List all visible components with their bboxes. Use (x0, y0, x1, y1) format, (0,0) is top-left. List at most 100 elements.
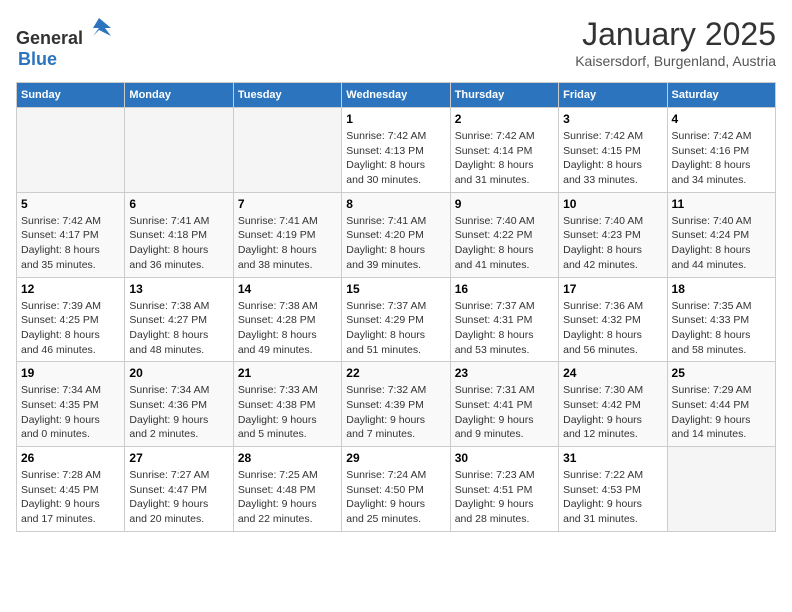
day-info: Sunrise: 7:31 AM Sunset: 4:41 PM Dayligh… (455, 383, 554, 442)
calendar-cell: 3 Sunrise: 7:42 AM Sunset: 4:15 PM Daylig… (559, 108, 667, 193)
calendar-cell: 23 Sunrise: 7:31 AM Sunset: 4:41 PM Dayli… (450, 362, 558, 447)
day-info: Sunrise: 7:42 AM Sunset: 4:14 PM Dayligh… (455, 129, 554, 188)
calendar-cell: 7Sunrise: 7:41 AM Sunset: 4:19 PM Daylig… (233, 192, 341, 277)
day-number: 24 (563, 366, 662, 380)
day-info: Sunrise: 7:25 AM Sunset: 4:48 PM Dayligh… (238, 468, 337, 527)
day-info: Sunrise: 7:38 AM Sunset: 4:27 PM Dayligh… (129, 299, 228, 358)
day-info: Sunrise: 7:24 AM Sunset: 4:50 PM Dayligh… (346, 468, 445, 527)
day-number: 3 (563, 112, 662, 126)
logo-general: General (16, 28, 83, 48)
day-number: 22 (346, 366, 445, 380)
day-info: Sunrise: 7:30 AM Sunset: 4:42 PM Dayligh… (563, 383, 662, 442)
day-info: Sunrise: 7:41 AM Sunset: 4:19 PM Dayligh… (238, 214, 337, 273)
calendar-cell: 26Sunrise: 7:28 AM Sunset: 4:45 PM Dayli… (17, 447, 125, 532)
calendar-cell: 10 Sunrise: 7:40 AM Sunset: 4:23 PM Dayli… (559, 192, 667, 277)
calendar-cell: 17 Sunrise: 7:36 AM Sunset: 4:32 PM Dayli… (559, 277, 667, 362)
calendar-cell: 31Sunrise: 7:22 AM Sunset: 4:53 PM Dayli… (559, 447, 667, 532)
day-number: 1 (346, 112, 445, 126)
day-number: 4 (672, 112, 771, 126)
calendar-cell: 4 Sunrise: 7:42 AM Sunset: 4:16 PM Daylig… (667, 108, 775, 193)
calendar-week-row: 1 Sunrise: 7:42 AM Sunset: 4:13 PM Daylig… (17, 108, 776, 193)
day-number: 25 (672, 366, 771, 380)
day-number: 23 (455, 366, 554, 380)
day-number: 31 (563, 451, 662, 465)
day-number: 13 (129, 282, 228, 296)
calendar-cell: 6 Sunrise: 7:41 AM Sunset: 4:18 PM Daylig… (125, 192, 233, 277)
logo-blue: Blue (18, 49, 57, 69)
logo: General Blue (16, 16, 113, 70)
logo-bird-icon (85, 16, 113, 44)
day-number: 6 (129, 197, 228, 211)
day-info: Sunrise: 7:40 AM Sunset: 4:23 PM Dayligh… (563, 214, 662, 273)
calendar-cell: 29 Sunrise: 7:24 AM Sunset: 4:50 PM Dayli… (342, 447, 450, 532)
calendar-cell: 8 Sunrise: 7:41 AM Sunset: 4:20 PM Daylig… (342, 192, 450, 277)
day-info: Sunrise: 7:40 AM Sunset: 4:24 PM Dayligh… (672, 214, 771, 273)
weekday-header-row: SundayMondayTuesdayWednesdayThursdayFrid… (17, 83, 776, 108)
day-info: Sunrise: 7:41 AM Sunset: 4:18 PM Dayligh… (129, 214, 228, 273)
day-number: 27 (129, 451, 228, 465)
day-info: Sunrise: 7:37 AM Sunset: 4:29 PM Dayligh… (346, 299, 445, 358)
day-number: 30 (455, 451, 554, 465)
day-info: Sunrise: 7:42 AM Sunset: 4:15 PM Dayligh… (563, 129, 662, 188)
day-number: 28 (238, 451, 337, 465)
calendar-cell: 5 Sunrise: 7:42 AM Sunset: 4:17 PM Daylig… (17, 192, 125, 277)
day-info: Sunrise: 7:42 AM Sunset: 4:17 PM Dayligh… (21, 214, 120, 273)
day-number: 2 (455, 112, 554, 126)
weekday-header-saturday: Saturday (667, 83, 775, 108)
day-number: 18 (672, 282, 771, 296)
day-info: Sunrise: 7:38 AM Sunset: 4:28 PM Dayligh… (238, 299, 337, 358)
calendar-cell: 27 Sunrise: 7:27 AM Sunset: 4:47 PM Dayli… (125, 447, 233, 532)
weekday-header-friday: Friday (559, 83, 667, 108)
day-number: 29 (346, 451, 445, 465)
day-info: Sunrise: 7:34 AM Sunset: 4:35 PM Dayligh… (21, 383, 120, 442)
day-number: 20 (129, 366, 228, 380)
weekday-header-thursday: Thursday (450, 83, 558, 108)
calendar-cell: 25 Sunrise: 7:29 AM Sunset: 4:44 PM Dayli… (667, 362, 775, 447)
calendar-cell: 18Sunrise: 7:35 AM Sunset: 4:33 PM Dayli… (667, 277, 775, 362)
calendar-cell: 9 Sunrise: 7:40 AM Sunset: 4:22 PM Daylig… (450, 192, 558, 277)
day-info: Sunrise: 7:37 AM Sunset: 4:31 PM Dayligh… (455, 299, 554, 358)
calendar-cell: 20Sunrise: 7:34 AM Sunset: 4:36 PM Dayli… (125, 362, 233, 447)
day-number: 10 (563, 197, 662, 211)
calendar-cell: 12 Sunrise: 7:39 AM Sunset: 4:25 PM Dayli… (17, 277, 125, 362)
page-header: General Blue January 2025 Kaisersdorf, B… (16, 16, 776, 70)
day-info: Sunrise: 7:27 AM Sunset: 4:47 PM Dayligh… (129, 468, 228, 527)
weekday-header-monday: Monday (125, 83, 233, 108)
day-info: Sunrise: 7:42 AM Sunset: 4:13 PM Dayligh… (346, 129, 445, 188)
day-info: Sunrise: 7:29 AM Sunset: 4:44 PM Dayligh… (672, 383, 771, 442)
day-number: 17 (563, 282, 662, 296)
calendar-cell: 15 Sunrise: 7:37 AM Sunset: 4:29 PM Dayli… (342, 277, 450, 362)
day-number: 19 (21, 366, 120, 380)
calendar-cell: 11Sunrise: 7:40 AM Sunset: 4:24 PM Dayli… (667, 192, 775, 277)
day-number: 8 (346, 197, 445, 211)
title-block: January 2025 Kaisersdorf, Burgenland, Au… (575, 16, 776, 69)
calendar-cell (667, 447, 775, 532)
day-info: Sunrise: 7:39 AM Sunset: 4:25 PM Dayligh… (21, 299, 120, 358)
weekday-header-tuesday: Tuesday (233, 83, 341, 108)
day-number: 12 (21, 282, 120, 296)
calendar-cell (17, 108, 125, 193)
day-info: Sunrise: 7:32 AM Sunset: 4:39 PM Dayligh… (346, 383, 445, 442)
day-number: 21 (238, 366, 337, 380)
location-subtitle: Kaisersdorf, Burgenland, Austria (575, 53, 776, 69)
day-info: Sunrise: 7:42 AM Sunset: 4:16 PM Dayligh… (672, 129, 771, 188)
calendar-cell: 16 Sunrise: 7:37 AM Sunset: 4:31 PM Dayli… (450, 277, 558, 362)
day-number: 14 (238, 282, 337, 296)
calendar-week-row: 5 Sunrise: 7:42 AM Sunset: 4:17 PM Daylig… (17, 192, 776, 277)
calendar-cell: 28 Sunrise: 7:25 AM Sunset: 4:48 PM Dayli… (233, 447, 341, 532)
weekday-header-sunday: Sunday (17, 83, 125, 108)
day-number: 9 (455, 197, 554, 211)
calendar-cell (125, 108, 233, 193)
calendar-week-row: 26Sunrise: 7:28 AM Sunset: 4:45 PM Dayli… (17, 447, 776, 532)
day-info: Sunrise: 7:36 AM Sunset: 4:32 PM Dayligh… (563, 299, 662, 358)
calendar-week-row: 12 Sunrise: 7:39 AM Sunset: 4:25 PM Dayli… (17, 277, 776, 362)
day-number: 16 (455, 282, 554, 296)
day-info: Sunrise: 7:40 AM Sunset: 4:22 PM Dayligh… (455, 214, 554, 273)
calendar-cell: 30Sunrise: 7:23 AM Sunset: 4:51 PM Dayli… (450, 447, 558, 532)
weekday-header-wednesday: Wednesday (342, 83, 450, 108)
day-number: 5 (21, 197, 120, 211)
calendar-cell: 1 Sunrise: 7:42 AM Sunset: 4:13 PM Daylig… (342, 108, 450, 193)
day-number: 15 (346, 282, 445, 296)
calendar-week-row: 19 Sunrise: 7:34 AM Sunset: 4:35 PM Dayli… (17, 362, 776, 447)
day-info: Sunrise: 7:41 AM Sunset: 4:20 PM Dayligh… (346, 214, 445, 273)
